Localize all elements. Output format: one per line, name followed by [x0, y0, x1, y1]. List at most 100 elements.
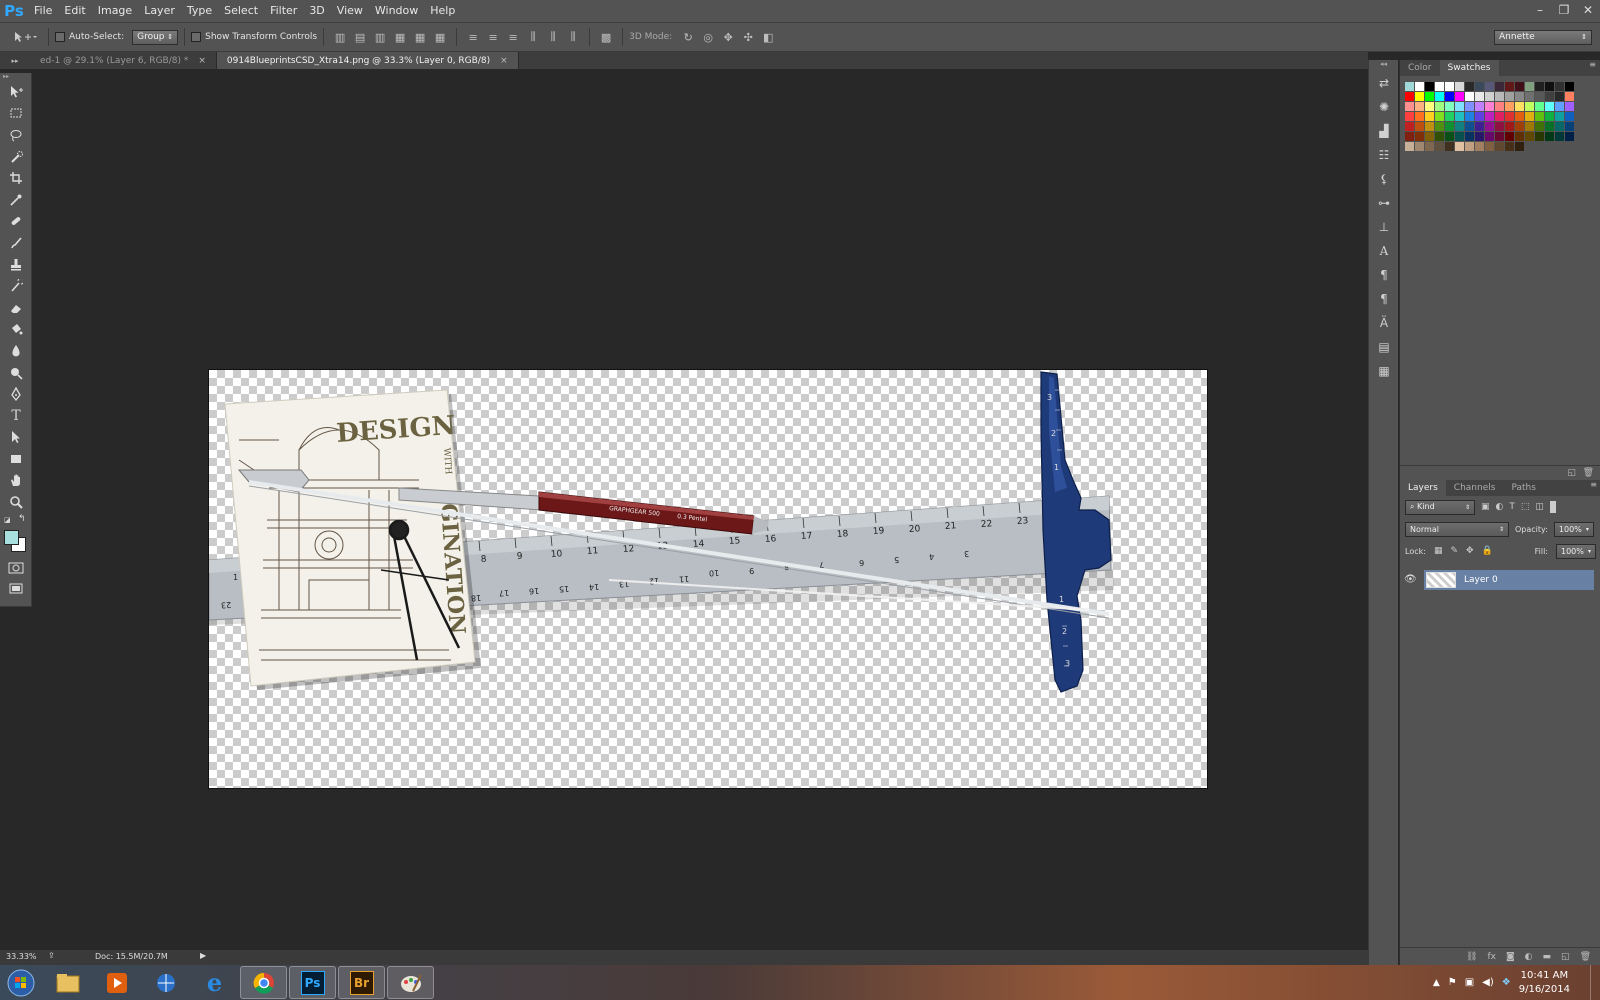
swatch-83[interactable] [1555, 122, 1564, 131]
swatch-82[interactable] [1545, 122, 1554, 131]
photoshop-taskbar-icon[interactable]: Ps [289, 966, 336, 999]
menu-item-select[interactable]: Select [218, 0, 264, 22]
rectangle-tool-icon[interactable] [0, 448, 32, 470]
swatch-29[interactable] [1525, 92, 1534, 101]
lasso-tool-icon[interactable] [0, 124, 32, 146]
play-arrow-icon[interactable]: ▶ [200, 951, 206, 960]
tab-layers[interactable]: Layers [1400, 480, 1446, 496]
tray-expand-icon[interactable]: ▲ [1433, 978, 1440, 988]
toolbox-collapse-icon[interactable]: ▸▸ [0, 73, 31, 81]
swatch-5[interactable] [1455, 82, 1464, 91]
swatch-48[interactable] [1545, 102, 1554, 111]
history-panel-icon[interactable]: ⇄ [1369, 72, 1399, 94]
swatch-14[interactable] [1545, 82, 1554, 91]
move-tool-preset-icon[interactable] [8, 28, 42, 46]
swatch-89[interactable] [1445, 132, 1454, 141]
swatch-113[interactable] [1515, 142, 1524, 151]
distribute-bottom-icon[interactable]: ≡ [503, 28, 523, 46]
swatch-84[interactable] [1565, 122, 1574, 131]
tab-paths[interactable]: Paths [1503, 480, 1543, 496]
swatch-72[interactable] [1445, 122, 1454, 131]
swatch-70[interactable] [1425, 122, 1434, 131]
tab-color[interactable]: Color [1400, 60, 1440, 76]
layer-row-layer-0[interactable]: Layer 0 [1424, 570, 1594, 590]
swatch-16[interactable] [1565, 82, 1574, 91]
swatch-91[interactable] [1465, 132, 1474, 141]
swatch-13[interactable] [1535, 82, 1544, 91]
crop-tool-icon[interactable] [0, 167, 32, 189]
swatch-93[interactable] [1485, 132, 1494, 141]
close-button[interactable]: ✕ [1576, 0, 1600, 22]
notes-panel-icon[interactable]: ▦ [1369, 360, 1399, 382]
swatch-36[interactable] [1425, 102, 1434, 111]
swatch-101[interactable] [1565, 132, 1574, 141]
swatch-0[interactable] [1405, 82, 1414, 91]
swatch-51[interactable] [1405, 112, 1414, 121]
swatch-106[interactable] [1445, 142, 1454, 151]
paragraph-styles-icon[interactable]: ¶ [1369, 288, 1399, 310]
action-center-flag-icon[interactable]: ⚑ [1448, 977, 1457, 988]
character-panel-icon[interactable]: A [1369, 240, 1399, 262]
swatch-100[interactable] [1555, 132, 1564, 141]
swatch-8[interactable] [1485, 82, 1494, 91]
path-selection-tool-icon[interactable] [0, 427, 32, 449]
system-clock[interactable]: 10:41 AM 9/16/2014 [1519, 969, 1570, 997]
new-adjustment-icon[interactable]: ◐ [1525, 952, 1533, 962]
swatch-111[interactable] [1495, 142, 1504, 151]
swatch-103[interactable] [1415, 142, 1424, 151]
swatch-76[interactable] [1485, 122, 1494, 131]
hand-tool-icon[interactable] [0, 470, 32, 492]
new-group-icon[interactable]: ▬ [1543, 952, 1552, 962]
swatch-59[interactable] [1485, 112, 1494, 121]
show-desktop-button[interactable] [1590, 965, 1600, 1000]
tab-swatches[interactable]: Swatches [1439, 60, 1499, 76]
swatch-1[interactable] [1415, 82, 1424, 91]
swatch-85[interactable] [1405, 132, 1414, 141]
swatch-grid[interactable] [1400, 82, 1600, 151]
type-tool-icon[interactable]: T [0, 405, 32, 427]
swatch-54[interactable] [1435, 112, 1444, 121]
history-brush-tool-icon[interactable] [0, 275, 32, 297]
explorer-taskbar-icon[interactable] [44, 966, 91, 999]
pen-tool-icon[interactable] [0, 383, 32, 405]
swatch-12[interactable] [1525, 82, 1534, 91]
swatch-6[interactable] [1465, 82, 1474, 91]
swatch-30[interactable] [1535, 92, 1544, 101]
delete-layer-icon[interactable]: 🗑 [1580, 952, 1591, 962]
share-icon[interactable]: ⇪ [48, 951, 55, 960]
swatch-81[interactable] [1535, 122, 1544, 131]
swatch-77[interactable] [1495, 122, 1504, 131]
swatch-97[interactable] [1525, 132, 1534, 141]
collapse-panels-icon[interactable]: ◂◂ [1369, 60, 1398, 72]
volume-icon[interactable]: ◀) [1482, 977, 1494, 988]
zoom-tool-icon[interactable] [0, 491, 32, 513]
swatch-74[interactable] [1465, 122, 1474, 131]
filter-toggle-icon[interactable] [1549, 501, 1556, 513]
quick-mask-icon[interactable] [0, 557, 32, 579]
tab-document-2[interactable]: 0914BlueprintsCSD_Xtra14.png @ 33.3% (La… [216, 52, 519, 69]
auto-select-checkbox[interactable] [55, 32, 65, 42]
swatch-10[interactable] [1505, 82, 1514, 91]
new-swatch-icon[interactable]: ◱ [1567, 468, 1576, 478]
swatch-78[interactable] [1505, 122, 1514, 131]
brush-tool-icon[interactable] [0, 232, 32, 254]
drag-3d-icon[interactable]: ✥ [718, 28, 738, 46]
swatch-96[interactable] [1515, 132, 1524, 141]
paragraph-panel-icon[interactable]: ¶ [1369, 264, 1399, 286]
swatch-46[interactable] [1525, 102, 1534, 111]
swatch-42[interactable] [1485, 102, 1494, 111]
zoom-level[interactable]: 33.33% [6, 952, 37, 961]
panel-menu-icon[interactable]: ≡ [1589, 60, 1600, 76]
filter-shape-icon[interactable]: ⬚ [1521, 502, 1530, 512]
opacity-field[interactable]: 100% ▾ [1553, 521, 1594, 537]
menu-item-view[interactable]: View [331, 0, 369, 22]
tab-document-1[interactable]: ed-1 @ 29.1% (Layer 6, RGB/8) * × [30, 52, 217, 69]
start-orb-icon[interactable] [0, 966, 42, 999]
bridge-taskbar-icon[interactable]: Br [338, 966, 385, 999]
menu-item-help[interactable]: Help [424, 0, 461, 22]
swatch-31[interactable] [1545, 92, 1554, 101]
swatch-63[interactable] [1525, 112, 1534, 121]
brush-panel-icon[interactable]: ⚸ [1369, 168, 1399, 190]
distribute-right-icon[interactable]: ⫼ [563, 28, 583, 46]
adjustments-panel-icon[interactable]: ⊶ [1369, 192, 1399, 214]
